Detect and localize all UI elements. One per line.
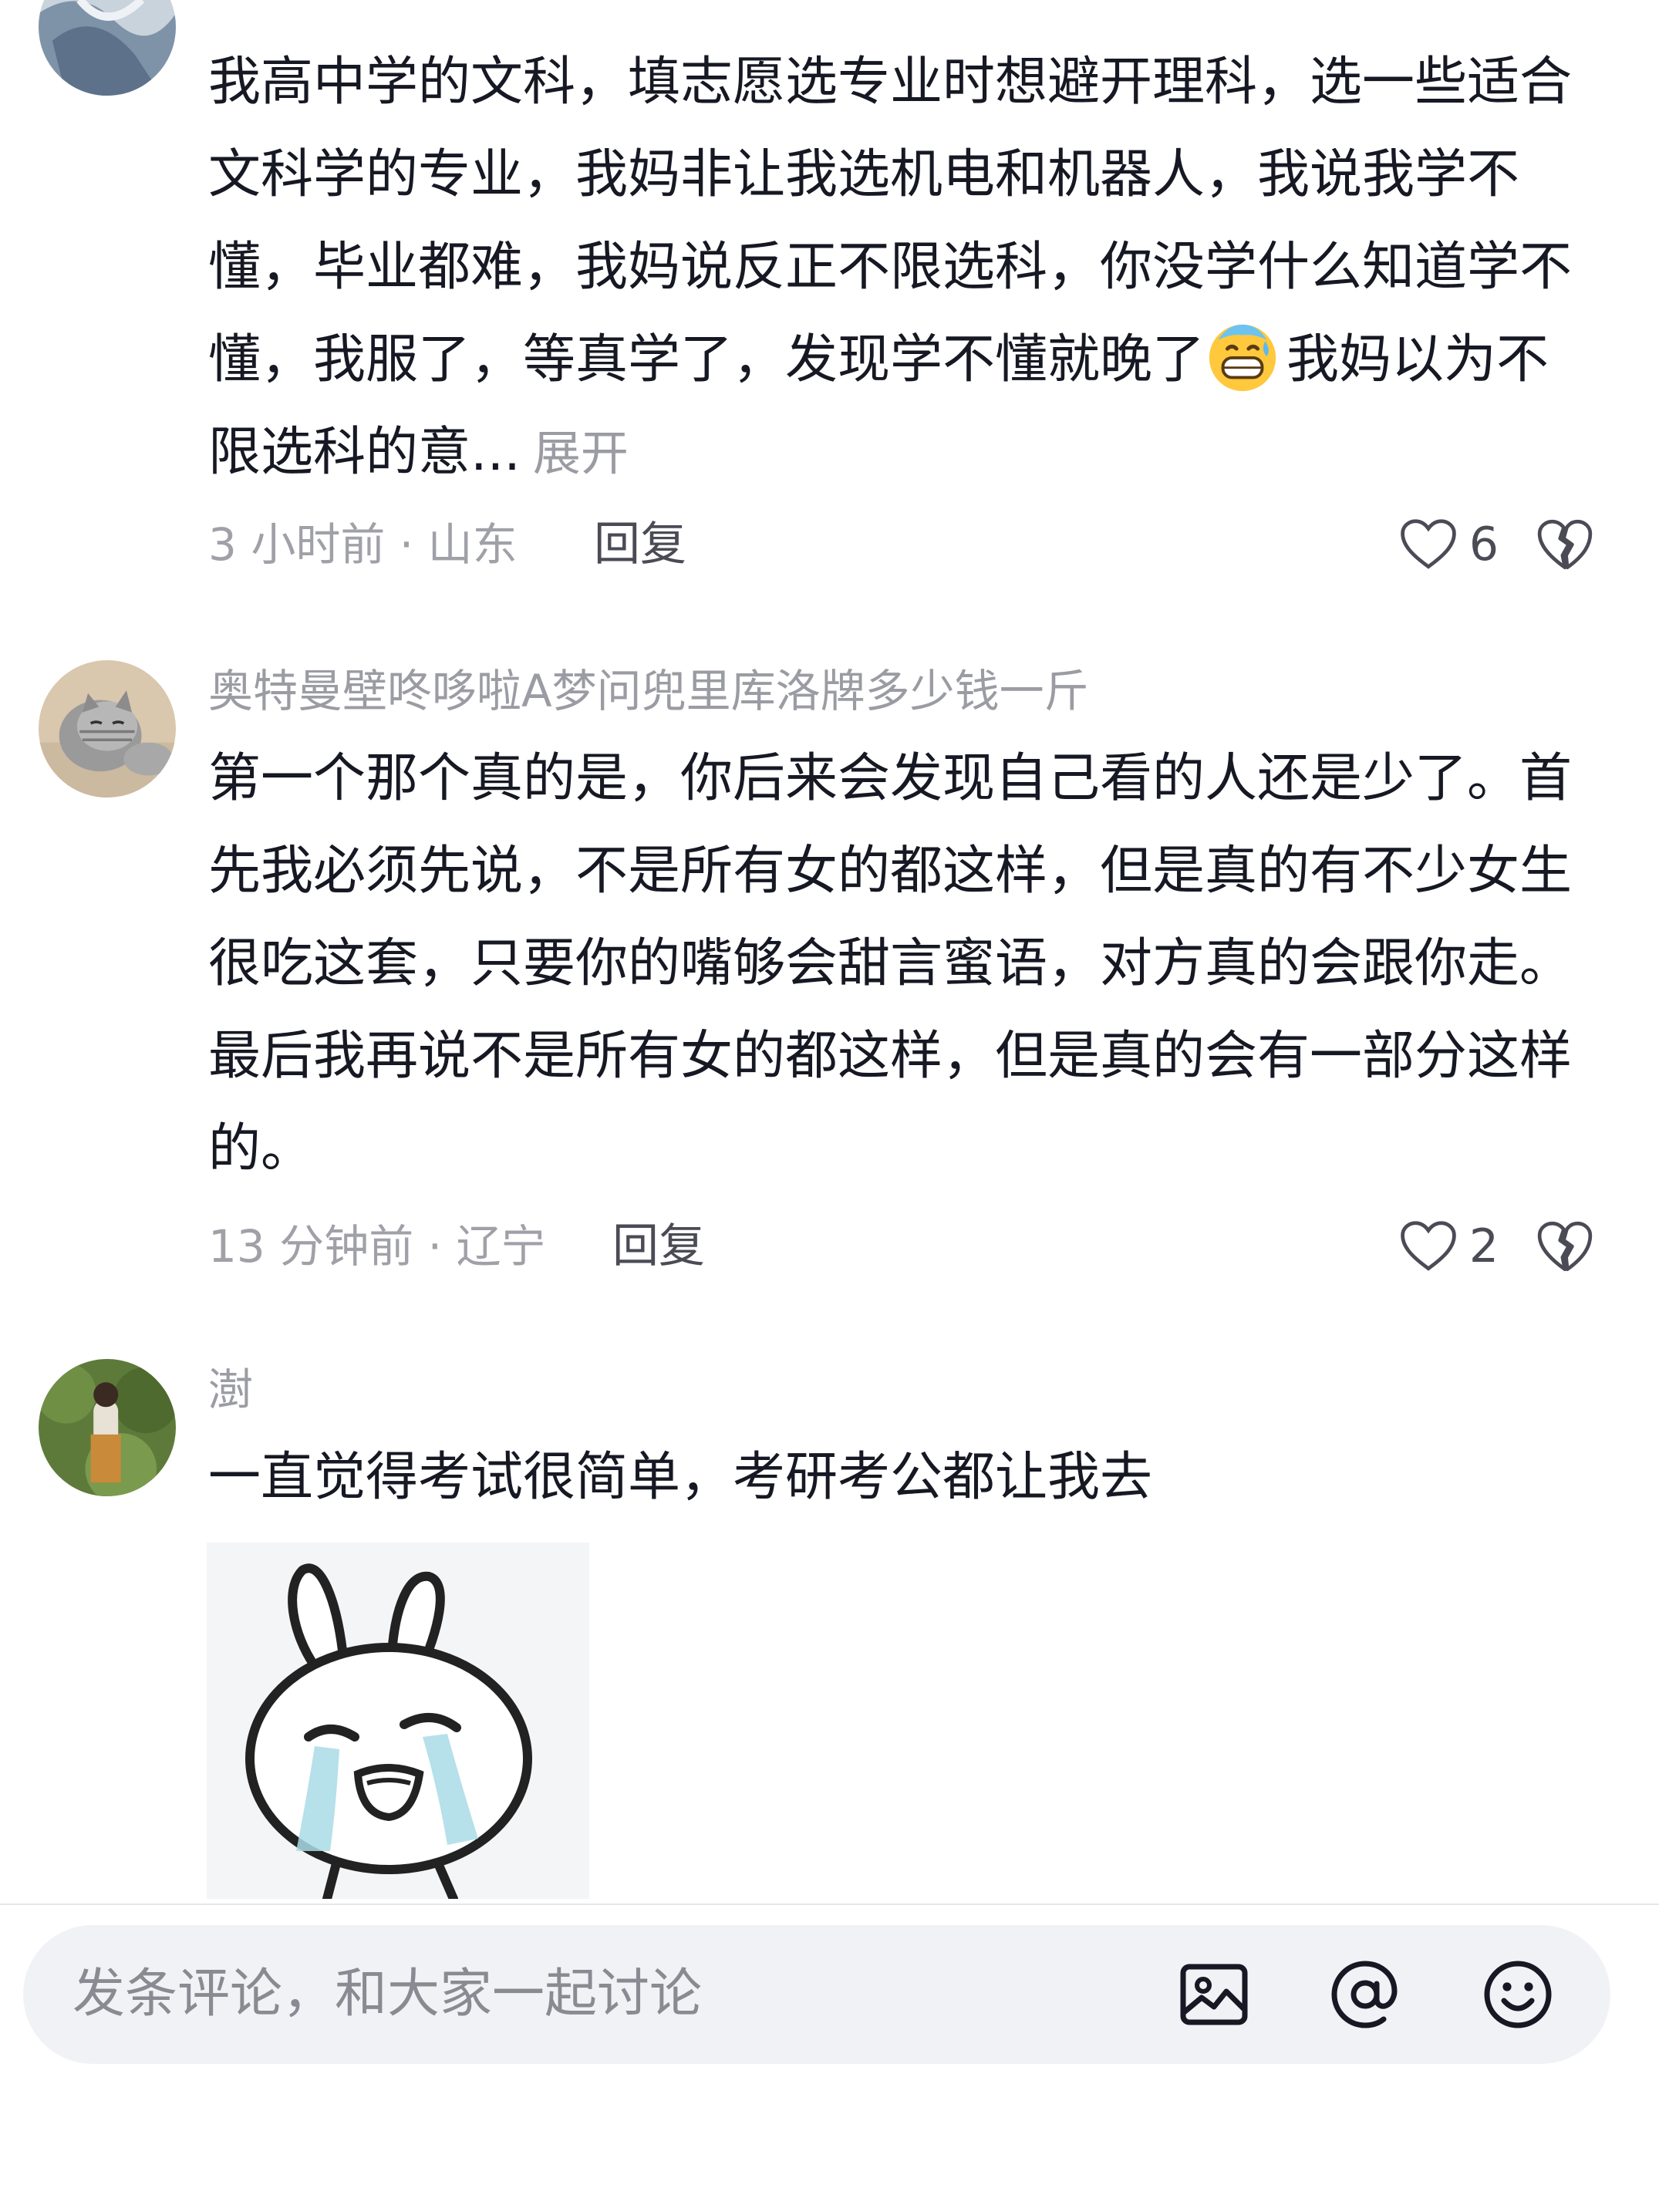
- avatar[interactable]: [39, 660, 176, 797]
- like-count: 6: [1468, 518, 1499, 572]
- avatar[interactable]: [39, 1359, 176, 1496]
- heart-icon: [1401, 1221, 1456, 1271]
- comment-text: 一直觉得考试很简单，考研考公都让我去: [208, 1447, 1153, 1508]
- heart-icon: [1401, 519, 1456, 569]
- username[interactable]: 澍: [208, 1359, 253, 1421]
- comment-input-bar[interactable]: 发条评论，和大家一起讨论: [23, 1925, 1610, 2064]
- like-button[interactable]: 2: [1398, 1216, 1499, 1277]
- avatar[interactable]: [39, 0, 176, 96]
- like-count: 2: [1468, 1219, 1499, 1273]
- comment-meta: 13 分钟前 · 辽宁: [208, 1220, 546, 1273]
- broken-heart-icon: [1537, 1221, 1593, 1272]
- avatar-image: [39, 1359, 176, 1496]
- reply-button[interactable]: 回复: [612, 1216, 705, 1277]
- divider: [0, 1903, 1659, 1905]
- username[interactable]: 奥特曼壁咚哆啦A梦问兜里库洛牌多少钱一斤: [208, 660, 1089, 722]
- image-icon[interactable]: [1177, 1957, 1251, 2032]
- crying-bunny-sticker[interactable]: [207, 1543, 589, 1899]
- grinning-sweat-emoji-icon: [1205, 319, 1280, 394]
- dislike-button[interactable]: [1536, 1216, 1594, 1277]
- expand-button[interactable]: 展开: [533, 425, 629, 481]
- comment-input-placeholder[interactable]: 发条评论，和大家一起讨论: [72, 1962, 702, 2027]
- at-icon[interactable]: [1328, 1957, 1402, 2032]
- comment-meta: 3 小时前 · 山东: [208, 518, 518, 571]
- avatar-image: [39, 0, 176, 96]
- broken-heart-icon: [1537, 519, 1593, 570]
- like-button[interactable]: 6: [1398, 514, 1499, 575]
- avatar-image: [39, 660, 176, 797]
- comment-text: 第一个那个真的是，你后来会发现自己看的人还是少了。首先我必须先说，不是所有女的都…: [208, 748, 1573, 1179]
- reply-button[interactable]: 回复: [594, 514, 686, 575]
- crying-bunny-icon: [207, 1543, 589, 1899]
- dislike-button[interactable]: [1536, 514, 1594, 575]
- comment-text: 我高中学的文科，填志愿选专业时想避开理科，选一些适合文科学的专业，我妈非让我选机…: [208, 36, 1597, 500]
- emoji-icon[interactable]: [1481, 1957, 1555, 2032]
